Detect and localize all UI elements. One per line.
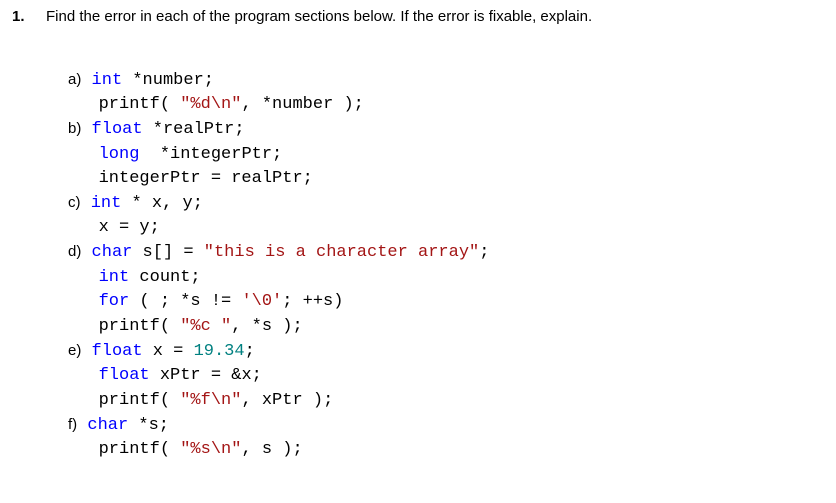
string-literal: "%c " xyxy=(180,317,231,336)
code-text: ; xyxy=(245,342,255,361)
code-text: * x, y; xyxy=(121,194,203,213)
keyword-long: long xyxy=(99,145,140,164)
string-literal: "this is a character array" xyxy=(204,243,479,262)
code-text: *realPtr; xyxy=(143,120,245,139)
string-literal: "%s\n" xyxy=(180,440,241,459)
code-text: printf( xyxy=(99,317,181,336)
part-d-label: d) xyxy=(68,243,81,260)
code-text: x = xyxy=(143,342,194,361)
keyword-int: int xyxy=(91,194,122,213)
keyword-int: int xyxy=(92,71,123,90)
part-b-label: b) xyxy=(68,120,81,137)
code-text: *integerPtr; xyxy=(139,145,282,164)
code-text: , xPtr ); xyxy=(241,391,333,410)
keyword-float: float xyxy=(92,120,143,139)
string-literal: "%f\n" xyxy=(180,391,241,410)
code-text: integerPtr = realPtr; xyxy=(99,169,313,188)
char-literal: '\0' xyxy=(241,292,282,311)
code-text: s[] = xyxy=(132,243,203,262)
code-text: *number; xyxy=(122,71,214,90)
code-text: printf( xyxy=(99,440,181,459)
question-number: 1. xyxy=(12,8,30,26)
question-text: Find the error in each of the program se… xyxy=(46,8,592,26)
part-e-label: e) xyxy=(68,342,81,359)
string-literal: "%d\n" xyxy=(180,95,241,114)
part-c-label: c) xyxy=(68,194,81,211)
keyword-float: float xyxy=(99,366,150,385)
keyword-float: float xyxy=(92,342,143,361)
keyword-int: int xyxy=(99,268,130,287)
code-text: printf( xyxy=(99,391,181,410)
code-text: *s; xyxy=(128,416,169,435)
code-text: , *number ); xyxy=(241,95,363,114)
question-line: 1. Find the error in each of the program… xyxy=(12,8,824,26)
part-a-label: a) xyxy=(68,71,81,88)
code-text: count; xyxy=(129,268,200,287)
code-text: printf( xyxy=(99,95,181,114)
code-text: ; ++s) xyxy=(282,292,343,311)
code-text: ; xyxy=(479,243,489,262)
keyword-for: for xyxy=(99,292,130,311)
keyword-char: char xyxy=(92,243,133,262)
code-text: ( ; *s != xyxy=(129,292,241,311)
code-text: , s ); xyxy=(241,440,302,459)
keyword-char: char xyxy=(87,416,128,435)
code-text: , *s ); xyxy=(231,317,302,336)
part-f-label: f) xyxy=(68,416,77,433)
number-literal: 19.34 xyxy=(194,342,245,361)
code-block: a) int *number; printf( "%d\n", *number … xyxy=(68,44,824,463)
code-text: x = y; xyxy=(99,218,160,237)
code-text: xPtr = &x; xyxy=(150,366,262,385)
